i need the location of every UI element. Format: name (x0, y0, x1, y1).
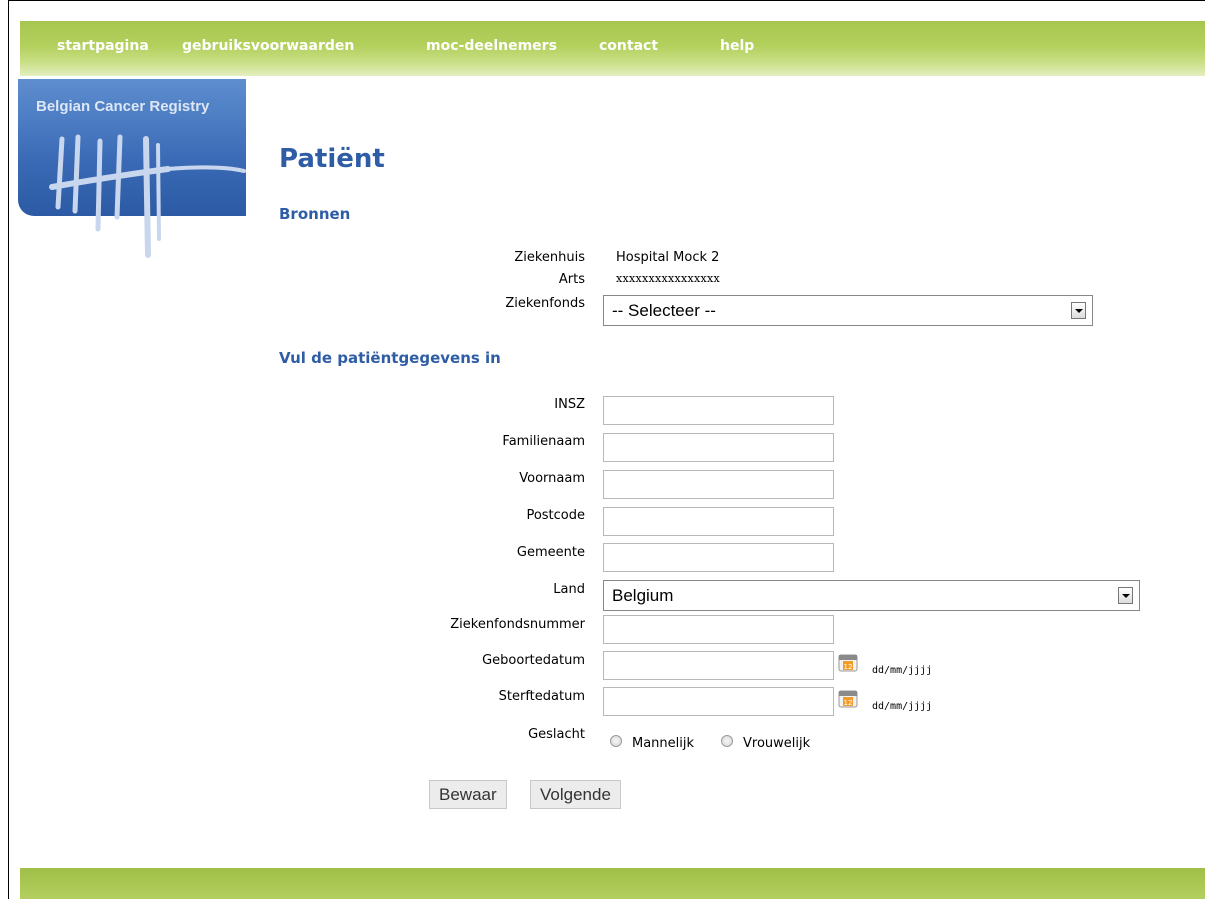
health-fund-selected: -- Selecteer -- (612, 301, 716, 320)
birthdate-format-hint: dd/mm/jjjj (872, 665, 933, 676)
birthdate-input[interactable] (603, 651, 834, 680)
doctor-label: Arts (558, 272, 585, 287)
gender-female-label[interactable]: Vrouwelijk (743, 736, 810, 751)
postcode-input[interactable] (603, 507, 834, 536)
fund-number-label: Ziekenfondsnummer (450, 617, 585, 632)
footer-bar (20, 868, 1205, 899)
insz-label: INSZ (554, 397, 585, 412)
country-label: Land (553, 582, 585, 597)
country-select[interactable]: Belgium (603, 580, 1140, 611)
calendar-icon[interactable]: 12 (837, 688, 859, 708)
postcode-label: Postcode (526, 508, 585, 523)
next-button[interactable]: Volgende (530, 780, 621, 809)
nav-moc-deelnemers[interactable]: moc-deelnemers (426, 38, 557, 54)
health-fund-select[interactable]: -- Selecteer -- (603, 295, 1093, 326)
gender-male-label[interactable]: Mannelijk (632, 736, 694, 751)
calendar-icon[interactable]: 12 (837, 652, 859, 672)
patient-data-heading: Vul de patiëntgegevens in (279, 349, 501, 367)
firstname-label: Voornaam (519, 471, 585, 486)
page-title: Patiënt (279, 144, 385, 174)
svg-text:12: 12 (844, 699, 853, 707)
hospital-value: Hospital Mock 2 (616, 250, 720, 265)
deathdate-format-hint: dd/mm/jjjj (872, 701, 933, 712)
logo[interactable]: Belgian Cancer Registry (18, 79, 246, 258)
city-label: Gemeente (516, 545, 585, 560)
insz-input[interactable] (603, 396, 834, 425)
doctor-value: xxxxxxxxxxxxxxxx (616, 272, 721, 285)
save-button[interactable]: Bewaar (429, 780, 507, 809)
lastname-label: Familienaam (502, 434, 585, 449)
firstname-input[interactable] (603, 470, 834, 499)
country-selected: Belgium (612, 586, 674, 605)
deathdate-input[interactable] (603, 687, 834, 716)
birthdate-label: Geboortedatum (482, 653, 585, 668)
gender-female-radio[interactable] (721, 735, 733, 747)
nav-contact[interactable]: contact (599, 38, 658, 54)
lastname-input[interactable] (603, 433, 834, 462)
gender-label: Geslacht (528, 727, 585, 742)
nav-startpagina[interactable]: startpagina (57, 38, 149, 54)
health-fund-label: Ziekenfonds (505, 296, 585, 311)
tally-marks-icon (49, 134, 246, 258)
nav-help[interactable]: help (720, 38, 754, 54)
fund-number-input[interactable] (603, 615, 834, 644)
gender-male-radio[interactable] (610, 735, 622, 747)
city-input[interactable] (603, 543, 834, 572)
chevron-down-icon[interactable] (1118, 587, 1133, 604)
svg-text:12: 12 (844, 663, 853, 671)
hospital-label: Ziekenhuis (514, 250, 585, 265)
nav-gebruiksvoorwaarden[interactable]: gebruiksvoorwaarden (182, 38, 354, 54)
sources-heading: Bronnen (279, 205, 351, 223)
top-navigation: startpagina gebruiksvoorwaarden moc-deel… (20, 21, 1205, 76)
chevron-down-icon[interactable] (1071, 302, 1086, 319)
deathdate-label: Sterftedatum (498, 689, 585, 704)
